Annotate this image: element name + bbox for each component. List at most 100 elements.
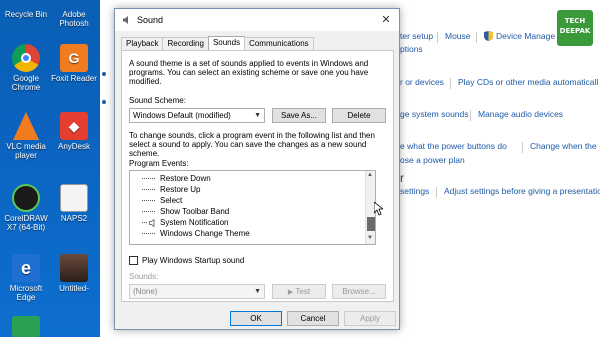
presentation-settings-link[interactable]: settings xyxy=(400,186,429,196)
bullet-icon xyxy=(102,100,106,104)
desktop-icon-edge[interactable]: e Microsoft Edge xyxy=(2,254,50,302)
system-sounds-link[interactable]: ge system sounds xyxy=(400,109,469,119)
startup-sound-label: Play Windows Startup sound xyxy=(142,256,245,265)
event-label: Show Toolbar Band xyxy=(160,207,230,216)
tree-line xyxy=(142,222,147,223)
tab-communications[interactable]: Communications xyxy=(244,37,314,50)
desktop-icon-chrome[interactable]: Google Chrome xyxy=(2,44,50,92)
scheme-value: Windows Default (modified) xyxy=(133,111,231,120)
vlc-label: VLC media player xyxy=(6,142,46,160)
photo-thumbnail-icon xyxy=(60,254,88,282)
desktop-icon-naps2[interactable]: NAPS2 xyxy=(50,184,98,223)
untitled-label: Untitled- xyxy=(59,284,89,293)
chrome-label: Google Chrome xyxy=(11,74,41,92)
dialog-titlebar[interactable]: Sound ✕ xyxy=(115,9,399,31)
sound-dialog: Sound ✕ Playback Recording Sounds Commun… xyxy=(114,8,400,330)
ok-button[interactable]: OK xyxy=(230,311,282,326)
dialog-title: Sound xyxy=(137,15,164,25)
foxit-icon: G xyxy=(60,44,88,72)
tree-line xyxy=(142,178,155,179)
anydesk-icon: ◆ xyxy=(60,112,88,140)
chevron-down-icon: ▼ xyxy=(254,288,261,295)
browse-button[interactable]: Browse... xyxy=(332,284,386,299)
list-item[interactable]: Windows Change Theme xyxy=(130,229,366,239)
tab-sounds[interactable]: Sounds xyxy=(207,36,246,50)
naps2-icon xyxy=(60,184,88,212)
list-item[interactable]: Show Toolbar Band xyxy=(130,207,366,217)
play-icon: ▶ xyxy=(287,289,294,296)
tree-line xyxy=(142,233,155,234)
chevron-down-icon: ▼ xyxy=(254,112,261,119)
startup-sound-checkbox[interactable] xyxy=(129,256,138,265)
link-separator xyxy=(437,32,438,43)
bullet-icon xyxy=(102,72,106,76)
desktop-icon-recycle-bin[interactable]: Recycle Bin xyxy=(2,0,50,19)
list-item[interactable]: Restore Up xyxy=(130,185,366,195)
scroll-down-icon[interactable]: ▼ xyxy=(367,235,373,241)
anydesk-label: AnyDesk xyxy=(57,142,90,151)
event-label: Restore Up xyxy=(160,185,201,194)
link-separator xyxy=(436,187,437,198)
tree-line xyxy=(142,189,155,190)
desktop-icon-untitled[interactable]: Untitled- xyxy=(50,254,98,293)
sounds-panel: A sound theme is a set of sounds applied… xyxy=(121,50,394,302)
mouse-options-link[interactable]: ptions xyxy=(400,44,423,54)
tree-line xyxy=(142,200,155,201)
list-item[interactable]: System Notification xyxy=(130,218,366,228)
mouse-link[interactable]: Mouse xyxy=(445,31,471,41)
change-when-link[interactable]: Change when the xyxy=(530,141,597,151)
edge-icon: e xyxy=(12,254,40,282)
test-label: Test xyxy=(295,287,311,296)
apply-button[interactable]: Apply xyxy=(344,311,396,326)
scrollbar-thumb[interactable] xyxy=(367,217,375,231)
close-icon[interactable]: ✕ xyxy=(379,13,393,27)
delete-button[interactable]: Delete xyxy=(332,108,386,123)
mouse-cursor-icon xyxy=(374,202,383,216)
section-heading: r xyxy=(400,171,404,185)
test-button[interactable]: ▶ Test xyxy=(272,284,326,299)
link-separator xyxy=(470,110,471,121)
event-label: System Notification xyxy=(160,218,229,227)
scheme-label: Sound Scheme: xyxy=(129,96,186,105)
manage-audio-devices-link[interactable]: Manage audio devices xyxy=(478,109,563,119)
desktop-icon-anydesk[interactable]: ◆ AnyDesk xyxy=(50,112,98,151)
list-item[interactable]: Restore Down xyxy=(130,174,366,184)
events-label: Program Events: xyxy=(129,159,189,168)
sounds-value: (None) xyxy=(133,287,158,296)
sounds-dropdown[interactable]: (None) ▼ xyxy=(129,284,265,299)
recycle-bin-label: Recycle Bin xyxy=(4,10,48,19)
desktop-icon-coreldraw[interactable]: CorelDRAW X7 (64-Bit) xyxy=(2,184,50,232)
speaker-icon xyxy=(149,219,155,227)
shield-icon xyxy=(484,31,493,41)
list-item[interactable]: Select xyxy=(130,196,366,206)
theme-description: A sound theme is a set of sounds applied… xyxy=(129,59,369,86)
tree-line xyxy=(142,211,155,212)
event-label: Windows Change Theme xyxy=(160,229,250,238)
tab-playback[interactable]: Playback xyxy=(121,37,164,50)
printer-devices-link[interactable]: r or devices xyxy=(400,77,444,87)
link-separator xyxy=(476,32,477,43)
scheme-dropdown[interactable]: Windows Default (modified) ▼ xyxy=(129,108,265,123)
sounds-label: Sounds: xyxy=(129,272,159,281)
scroll-up-icon[interactable]: ▲ xyxy=(367,172,373,178)
desktop-icon-photoshop[interactable]: Adobe Photosh xyxy=(50,0,98,28)
device-manager-link[interactable]: Device Manage xyxy=(496,31,555,41)
program-events-list[interactable]: Restore Down Restore Up Select Show Tool… xyxy=(129,170,376,245)
autoplay-link[interactable]: Play CDs or other media automaticall xyxy=(458,77,598,87)
cancel-button[interactable]: Cancel xyxy=(287,311,339,326)
desktop-icon-green-app[interactable] xyxy=(2,316,50,339)
power-buttons-link[interactable]: e what the power buttons do xyxy=(400,141,507,151)
link-separator xyxy=(522,142,523,153)
adjust-presentation-link[interactable]: Adjust settings before giving a presenta… xyxy=(444,186,600,196)
printer-setup-link[interactable]: ter setup xyxy=(400,31,433,41)
photoshop-label: Adobe Photosh xyxy=(59,10,89,28)
chrome-icon xyxy=(12,44,40,72)
power-plan-link[interactable]: ose a power plan xyxy=(400,155,465,165)
speaker-icon xyxy=(123,16,128,24)
desktop-icon-vlc[interactable]: VLC media player xyxy=(2,112,50,160)
tab-recording[interactable]: Recording xyxy=(162,37,209,50)
desktop-icon-foxit[interactable]: G Foxit Reader xyxy=(50,44,98,83)
naps2-label: NAPS2 xyxy=(60,214,88,223)
save-as-button[interactable]: Save As... xyxy=(272,108,326,123)
link-separator xyxy=(450,78,451,89)
